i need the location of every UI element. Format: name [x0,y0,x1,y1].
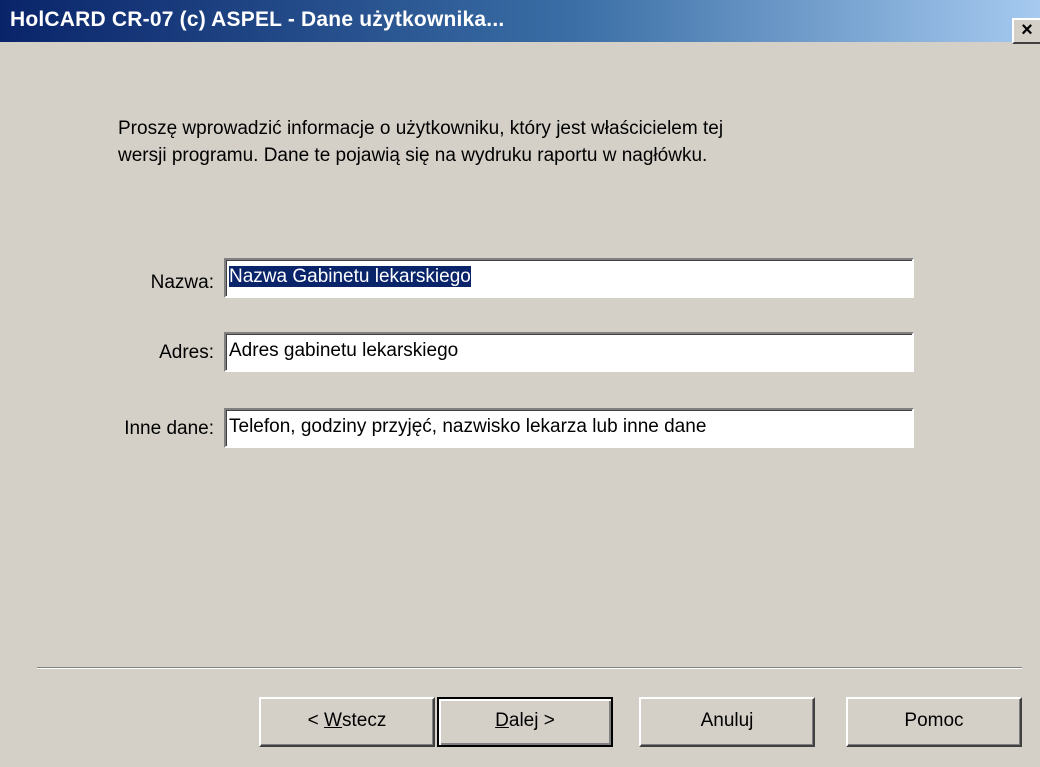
back-button-label: stecz [341,710,387,731]
back-button[interactable]: < Wstecz [259,697,435,747]
window-title: HolCARD CR-07 (c) ASPEL - Dane użytkowni… [10,8,505,31]
inne-dane-input[interactable]: Telefon, godziny przyjęć, nazwisko lekar… [224,408,914,448]
nazwa-label: Nazwa: [150,272,214,293]
button-separator [37,667,1022,669]
nazwa-input[interactable]: Nazwa Gabinetu lekarskiego [224,258,914,298]
nazwa-input-value: Nazwa Gabinetu lekarskiego [229,266,471,287]
adres-input-value: Adres gabinetu lekarskiego [229,340,459,361]
title-bar[interactable]: HolCARD CR-07 (c) ASPEL - Dane użytkowni… [0,0,1040,42]
intro-line-2: wersji programu. Dane te pojawią się na … [118,145,708,166]
help-button[interactable]: Pomoc [846,697,1022,747]
intro-line-1: Proszę wprowadzić informacje o użytkowni… [118,118,724,139]
inne-dane-input-value: Telefon, godziny przyjęć, nazwisko lekar… [229,416,707,437]
back-button-prefix: < [307,710,325,731]
next-button-mnemonic: D [495,710,509,731]
intro-text: Proszę wprowadzić informacje o użytkowni… [118,115,918,169]
next-button[interactable]: Dalej > [437,697,613,747]
inne-dane-label: Inne dane: [124,418,214,439]
cancel-button[interactable]: Anuluj [639,697,815,747]
back-button-mnemonic: W [324,710,342,731]
next-button-suffix: > [538,710,555,731]
dialog-window: HolCARD CR-07 (c) ASPEL - Dane użytkowni… [0,0,1040,767]
adres-input[interactable]: Adres gabinetu lekarskiego [224,332,914,372]
adres-label: Adres: [159,342,214,363]
close-icon[interactable]: × [1012,18,1040,44]
next-button-label: alej [508,710,539,731]
